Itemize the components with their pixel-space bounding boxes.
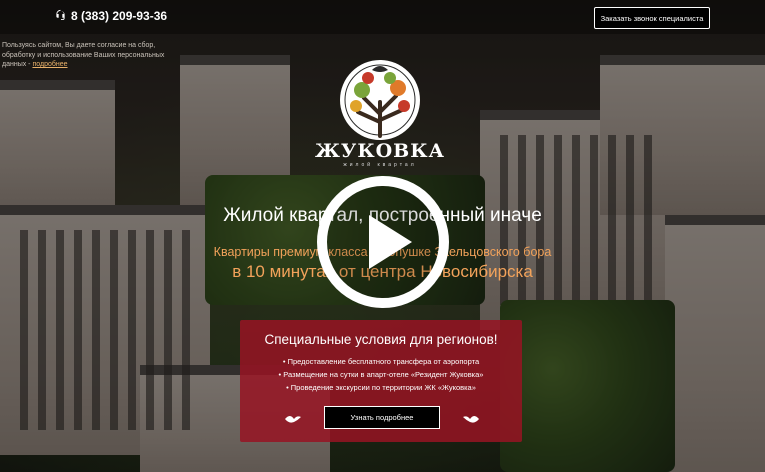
bird-icon bbox=[462, 412, 480, 424]
regional-offer-panel: Специальные условия для регионов! • Пред… bbox=[240, 320, 522, 442]
phone-number[interactable]: 8 (383) 209-93-36 bbox=[55, 9, 167, 23]
brand-subtitle: жилой квартал bbox=[343, 162, 417, 168]
promo-title: Специальные условия для регионов! bbox=[264, 332, 498, 347]
consent-more-link[interactable]: подробнее bbox=[32, 61, 67, 68]
list-item: • Размещение на сутки в апарт-отеле «Рез… bbox=[278, 370, 484, 379]
brand-name: ЖУКОВКА bbox=[315, 140, 445, 162]
consent-notice: Пользуясь сайтом, Вы даете согласие на с… bbox=[2, 41, 172, 70]
promo-list: • Предоставление бесплатного трансфера о… bbox=[240, 355, 522, 394]
bird-icon bbox=[284, 412, 302, 424]
phone-label: 8 (383) 209-93-36 bbox=[71, 9, 168, 23]
top-bar: 8 (383) 209-93-36 Заказать звонок специа… bbox=[0, 0, 765, 34]
list-item: • Предоставление бесплатного трансфера о… bbox=[282, 357, 480, 366]
learn-more-button[interactable]: Узнать подробнее bbox=[324, 406, 440, 429]
phone-icon bbox=[55, 9, 66, 23]
list-item: • Проведение экскурсии по территории ЖК … bbox=[286, 383, 476, 392]
consent-text: Пользуясь сайтом, Вы даете согласие на с… bbox=[2, 42, 165, 68]
play-icon[interactable] bbox=[316, 175, 450, 309]
call-specialist-button[interactable]: Заказать звонок специалиста bbox=[594, 7, 710, 29]
